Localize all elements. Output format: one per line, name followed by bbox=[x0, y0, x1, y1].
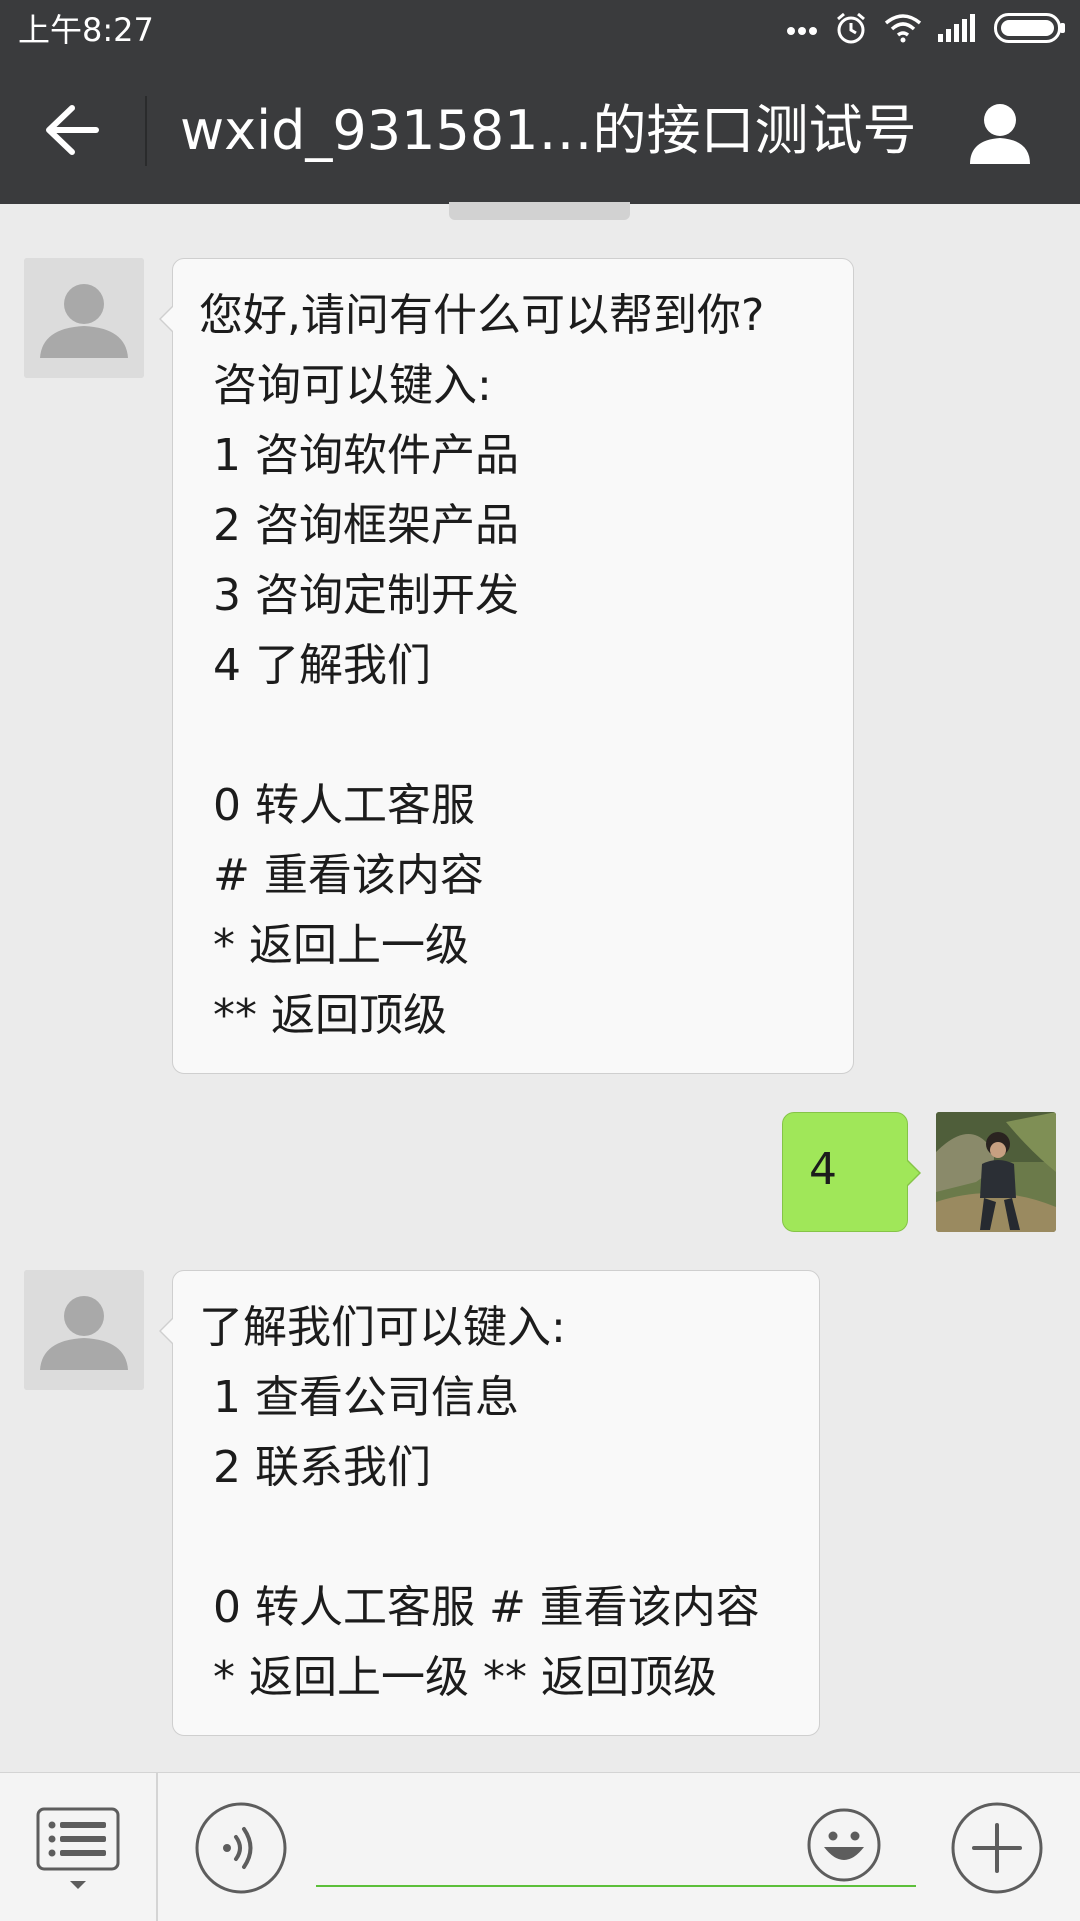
message-line: 2 联系我们 bbox=[199, 1442, 431, 1493]
avatar[interactable] bbox=[24, 258, 144, 378]
back-arrow-icon bbox=[44, 105, 100, 159]
signal-bars-icon bbox=[938, 14, 978, 46]
message-line: 4 了解我们 bbox=[199, 640, 431, 691]
input-bar-divider bbox=[156, 1773, 158, 1921]
message-bubble-outgoing[interactable]: 4 bbox=[782, 1112, 921, 1232]
message-line: 2 咨询框架产品 bbox=[199, 500, 519, 551]
message-line: # 重看该内容 bbox=[199, 850, 484, 901]
input-bar bbox=[0, 1772, 1080, 1921]
message-line: 1 咨询软件产品 bbox=[199, 430, 519, 481]
battery-icon bbox=[994, 13, 1066, 47]
menu-toggle-button[interactable] bbox=[34, 1805, 124, 1895]
chat-header: wxid_931581…的接口测试号 bbox=[0, 60, 1080, 204]
status-icons bbox=[786, 0, 1066, 60]
status-bar: 上午8:27 bbox=[0, 0, 1080, 60]
user-avatar[interactable] bbox=[936, 1112, 1056, 1232]
message-line: ** 返回顶级 bbox=[199, 990, 447, 1041]
message-line: 0 转人工客服 # 重看该内容 bbox=[199, 1582, 760, 1633]
message-line: 咨询可以键入: bbox=[199, 360, 492, 411]
message-text: 4 bbox=[809, 1144, 837, 1195]
back-button[interactable] bbox=[36, 96, 108, 168]
alarm-clock-icon bbox=[834, 11, 868, 49]
message-bubble-incoming[interactable]: 您好,请问有什么可以帮到你? 咨询可以键入: 1 咨询软件产品 2 咨询框架产品… bbox=[159, 258, 854, 1074]
wifi-icon bbox=[884, 13, 922, 47]
smiley-icon bbox=[807, 1808, 881, 1882]
status-time: 上午8:27 bbox=[18, 11, 154, 49]
message-line: 0 转人工客服 bbox=[199, 780, 475, 831]
emoji-button[interactable] bbox=[806, 1807, 882, 1883]
default-avatar-icon bbox=[24, 258, 144, 378]
profile-button[interactable] bbox=[964, 98, 1036, 170]
chat-title: wxid_931581…的接口测试号 bbox=[180, 99, 917, 162]
default-avatar-icon bbox=[24, 1270, 144, 1390]
user-photo-icon bbox=[936, 1112, 1056, 1232]
time-divider-pill bbox=[449, 202, 630, 220]
avatar[interactable] bbox=[24, 1270, 144, 1390]
message-line: * 返回上一级 ** 返回顶级 bbox=[199, 1652, 717, 1703]
message-line: 1 查看公司信息 bbox=[199, 1372, 519, 1423]
voice-icon bbox=[195, 1802, 287, 1894]
more-dots-icon bbox=[786, 21, 818, 40]
header-divider bbox=[145, 96, 147, 166]
plus-icon bbox=[951, 1802, 1043, 1894]
person-icon bbox=[964, 104, 1036, 174]
list-menu-icon bbox=[36, 1807, 120, 1889]
more-actions-button[interactable] bbox=[950, 1801, 1044, 1895]
message-line: * 返回上一级 bbox=[199, 920, 469, 971]
message-bubble-incoming[interactable]: 了解我们可以键入: 1 查看公司信息 2 联系我们 0 转人工客服 # 重看该内… bbox=[159, 1270, 820, 1736]
voice-input-button[interactable] bbox=[194, 1801, 288, 1895]
message-line: 3 咨询定制开发 bbox=[199, 570, 519, 621]
message-line: 您好,请问有什么可以帮到你? bbox=[199, 290, 765, 341]
message-line: 了解我们可以键入: bbox=[199, 1302, 566, 1353]
